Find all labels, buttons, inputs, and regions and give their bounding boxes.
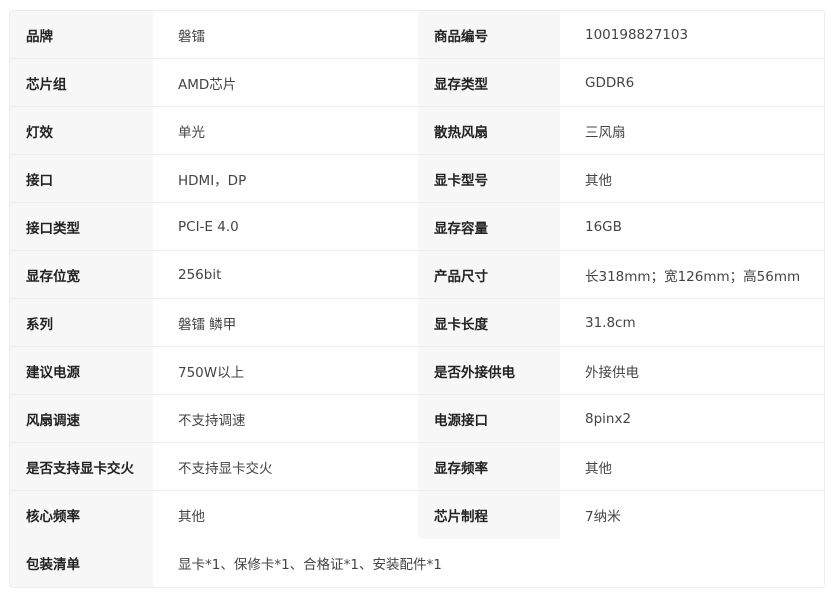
- spec-row: 接口 HDMI，DP 显卡型号 其他: [10, 155, 824, 203]
- spec-value: 7纳米: [560, 491, 824, 539]
- spec-row: 系列 磐镭 鳞甲 显卡长度 31.8cm: [10, 299, 824, 347]
- spec-value: 长318mm；宽126mm；高56mm: [560, 251, 824, 298]
- spec-label: 显存容量: [418, 203, 560, 250]
- spec-row: 显存位宽 256bit 产品尺寸 长318mm；宽126mm；高56mm: [10, 251, 824, 299]
- spec-label: 灯效: [10, 107, 153, 154]
- spec-label: 商品编号: [418, 11, 560, 58]
- spec-row: 核心频率 其他 芯片制程 7纳米: [10, 491, 824, 539]
- spec-value: 8pinx2: [560, 395, 824, 442]
- spec-label: 显存类型: [418, 59, 560, 106]
- spec-value: 256bit: [153, 251, 418, 298]
- spec-value: 单光: [153, 107, 418, 154]
- spec-label: 接口: [10, 155, 153, 202]
- spec-rows: 品牌 磐镭 商品编号 100198827103 芯片组 AMD芯片 显存类型 GDDR6 灯效单…: [10, 11, 824, 539]
- spec-value: 其他: [560, 443, 824, 490]
- spec-value: 31.8cm: [560, 299, 824, 346]
- spec-table: 品牌 磐镭 商品编号 100198827103 芯片组 AMD芯片 显存类型 GDDR6 灯效单…: [9, 10, 825, 588]
- spec-row: 品牌 磐镭 商品编号 100198827103: [10, 11, 824, 59]
- spec-label: 建议电源: [10, 347, 153, 394]
- spec-row: 建议电源 750W以上 是否外接供电 外接供电: [10, 347, 824, 395]
- spec-value: 磐镭: [153, 11, 418, 58]
- spec-label: 品牌: [10, 11, 153, 58]
- spec-value: HDMI，DP: [153, 155, 418, 202]
- spec-label: 是否支持显卡交火: [10, 443, 153, 490]
- package-row: 包装清单 显卡*1、保修卡*1、合格证*1、安装配件*1: [10, 539, 824, 587]
- spec-label: 显存频率: [418, 443, 560, 490]
- package-value: 显卡*1、保修卡*1、合格证*1、安装配件*1: [153, 539, 824, 587]
- spec-row: 是否支持显卡交火 不支持显卡交火 显存频率 其他: [10, 443, 824, 491]
- spec-label: 接口类型: [10, 203, 153, 250]
- spec-label: 产品尺寸: [418, 251, 560, 298]
- spec-label: 系列: [10, 299, 153, 346]
- spec-label: 电源接口: [418, 395, 560, 442]
- spec-row: 芯片组 AMD芯片 显存类型 GDDR6: [10, 59, 824, 107]
- spec-row: 接口类型 PCI-E 4.0 显存容量 16GB: [10, 203, 824, 251]
- spec-value: GDDR6: [560, 59, 824, 106]
- spec-value: 16GB: [560, 203, 824, 250]
- spec-value: 不支持显卡交火: [153, 443, 418, 490]
- spec-value: 100198827103: [560, 11, 824, 58]
- spec-label: 显存位宽: [10, 251, 153, 298]
- spec-value: 不支持调速: [153, 395, 418, 442]
- spec-row: 灯效 单光 散热风扇 三风扇: [10, 107, 824, 155]
- spec-value: 磐镭 鳞甲: [153, 299, 418, 346]
- spec-value: 其他: [153, 491, 418, 539]
- spec-value: 其他: [560, 155, 824, 202]
- spec-value: PCI-E 4.0: [153, 203, 418, 250]
- spec-label: 显卡型号: [418, 155, 560, 202]
- spec-label: 是否外接供电: [418, 347, 560, 394]
- spec-row: 风扇调速 不支持调速 电源接口 8pinx2: [10, 395, 824, 443]
- spec-label: 芯片制程: [418, 491, 560, 539]
- spec-value: 三风扇: [560, 107, 824, 154]
- spec-label: 散热风扇: [418, 107, 560, 154]
- spec-value: AMD芯片: [153, 59, 418, 106]
- spec-value: 750W以上: [153, 347, 418, 394]
- spec-label: 风扇调速: [10, 395, 153, 442]
- package-label: 包装清单: [10, 539, 153, 587]
- spec-label: 芯片组: [10, 59, 153, 106]
- spec-value: 外接供电: [560, 347, 824, 394]
- spec-label: 显卡长度: [418, 299, 560, 346]
- spec-label: 核心频率: [10, 491, 153, 539]
